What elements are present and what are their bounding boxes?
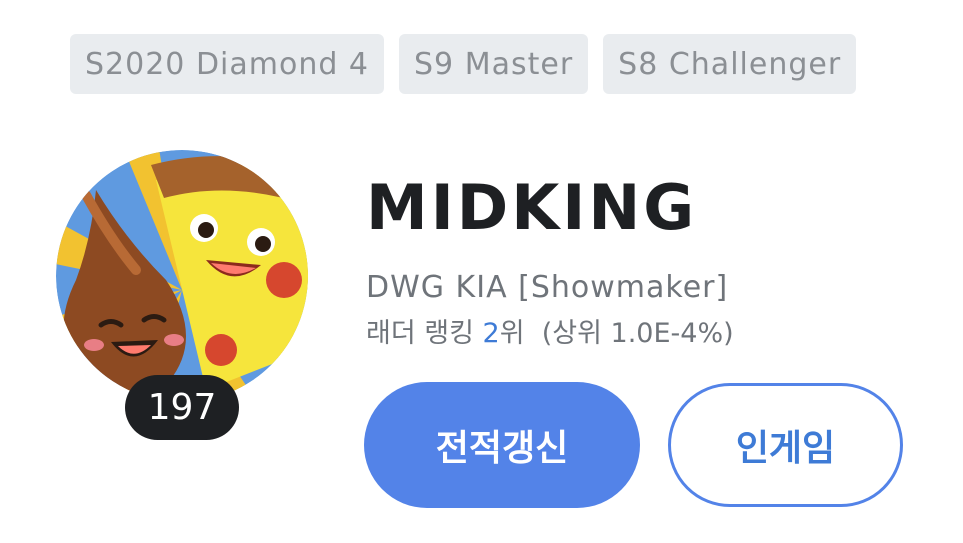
- ladder-top-percent: (상위 1.0E-4%): [541, 318, 734, 349]
- ingame-button[interactable]: 인게임: [668, 383, 903, 507]
- tier-name: Master: [464, 46, 574, 82]
- tier-badge-s8: S8 Challenger: [603, 34, 857, 94]
- tier-name: Challenger: [668, 46, 842, 82]
- ladder-ranking: 래더 랭킹 2위 (상위 1.0E-4%): [366, 314, 734, 354]
- pizza-chocolate-icon: [56, 150, 308, 402]
- past-season-tiers: S2020 Diamond 4 S9 Master S8 Challenger: [70, 34, 857, 94]
- tier-name: Diamond 4: [195, 46, 370, 82]
- summoner-name: MIDKING: [366, 171, 698, 244]
- tier-season: S2020: [85, 46, 186, 82]
- profile-avatar: 197: [56, 150, 308, 440]
- team-name: DWG KIA [Showmaker]: [366, 270, 729, 305]
- tier-badge-s2020: S2020 Diamond 4: [70, 34, 385, 94]
- ladder-label: 래더 랭킹: [366, 318, 474, 349]
- level-badge: 197: [125, 375, 239, 440]
- tier-season: S8: [618, 46, 659, 82]
- ladder-rank: 2: [482, 318, 500, 349]
- profile-icon-image: [56, 150, 308, 402]
- tier-badge-s9: S9 Master: [399, 34, 589, 94]
- tier-season: S9: [414, 46, 455, 82]
- renew-button[interactable]: 전적갱신: [364, 382, 640, 508]
- ladder-rank-suffix: 위: [499, 318, 525, 349]
